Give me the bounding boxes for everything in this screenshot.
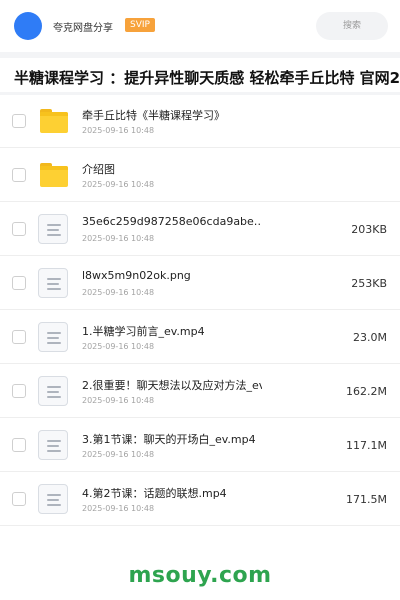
file-icon [38,484,68,514]
title-bar: 半糖课程学习 ：提升异性聊天质感 轻松牵手丘比特 官网29 [0,58,400,94]
folder-icon [38,106,68,136]
file-date: 2025-09-16 10:48 [82,504,155,513]
file-name[interactable]: 牵手丘比特《半糖课程学习》 [82,107,225,123]
row-checkbox[interactable] [12,168,26,182]
file-size: 203KB [351,223,387,236]
file-icon [38,376,68,406]
file-row[interactable]: 35e6c259d987258e06cda9abe… 2025-09-16 10:… [0,202,400,256]
share-name: 夸克网盘分享 [53,23,113,34]
row-checkbox[interactable] [12,438,26,452]
file-row[interactable]: 4.第2节课：话题的联想.mp4 2025-09-16 10:48 171.5M [0,472,400,526]
row-checkbox[interactable] [12,276,26,290]
file-date: 2025-09-16 10:48 [82,234,155,243]
file-icon [38,214,68,244]
file-size: 171.5M [346,493,387,506]
file-date: 2025-09-16 10:48 [82,126,155,135]
file-icon [38,430,68,460]
file-icon [38,268,68,298]
file-name[interactable]: 介绍图 [82,161,115,177]
file-size: 117.1M [346,439,387,452]
file-date: 2025-09-16 10:48 [82,180,155,189]
file-name[interactable]: l8wx5m9n02ok.png [82,269,191,282]
folder-icon [38,160,68,190]
file-name[interactable]: 1.半糖学习前言_ev.mp4 [82,323,205,339]
file-row[interactable]: 3.第1节课：聊天的开场白_ev.mp4 2025-09-16 10:48 117.… [0,418,400,472]
row-checkbox[interactable] [12,330,26,344]
svip-badge: SVIP [125,18,155,32]
watermark-text: msouy.com [128,563,272,588]
file-date: 2025-09-16 10:48 [82,396,155,405]
row-checkbox[interactable] [12,492,26,506]
avatar[interactable] [14,12,42,40]
page-title: 半糖课程学习 ：提升异性聊天质感 轻松牵手丘比特 官网29 [14,69,400,87]
file-size: 253KB [351,277,387,290]
row-checkbox[interactable] [12,222,26,236]
file-name[interactable]: 2.很重要！聊天想法以及应对方法_ev.mp4 [82,377,262,393]
header: 夸克网盘分享 SVIP 搜索 [0,0,400,52]
file-date: 2025-09-16 10:48 [82,342,155,351]
search-input[interactable]: 搜索 [316,12,388,40]
file-name[interactable]: 3.第1节课：聊天的开场白_ev.mp4 [82,431,256,447]
file-row[interactable]: 介绍图 2025-09-16 10:48 [0,148,400,202]
file-date: 2025-09-16 10:48 [82,450,155,459]
file-size: 162.2M [346,385,387,398]
row-checkbox[interactable] [12,114,26,128]
file-name[interactable]: 35e6c259d987258e06cda9abe… [82,215,262,228]
file-date: 2025-09-16 10:48 [82,288,155,297]
file-row[interactable]: 1.半糖学习前言_ev.mp4 2025-09-16 10:48 23.0M [0,310,400,364]
file-icon [38,322,68,352]
row-checkbox[interactable] [12,384,26,398]
file-size: 23.0M [353,331,387,344]
file-row[interactable]: 牵手丘比特《半糖课程学习》 2025-09-16 10:48 [0,94,400,148]
file-row[interactable]: l8wx5m9n02ok.png 2025-09-16 10:48 253KB [0,256,400,310]
file-list: 牵手丘比特《半糖课程学习》 2025-09-16 10:48 介绍图 2025-09-… [0,94,400,526]
file-name[interactable]: 4.第2节课：话题的联想.mp4 [82,485,227,501]
file-row[interactable]: 2.很重要！聊天想法以及应对方法_ev.mp4 2025-09-16 10:48 1… [0,364,400,418]
